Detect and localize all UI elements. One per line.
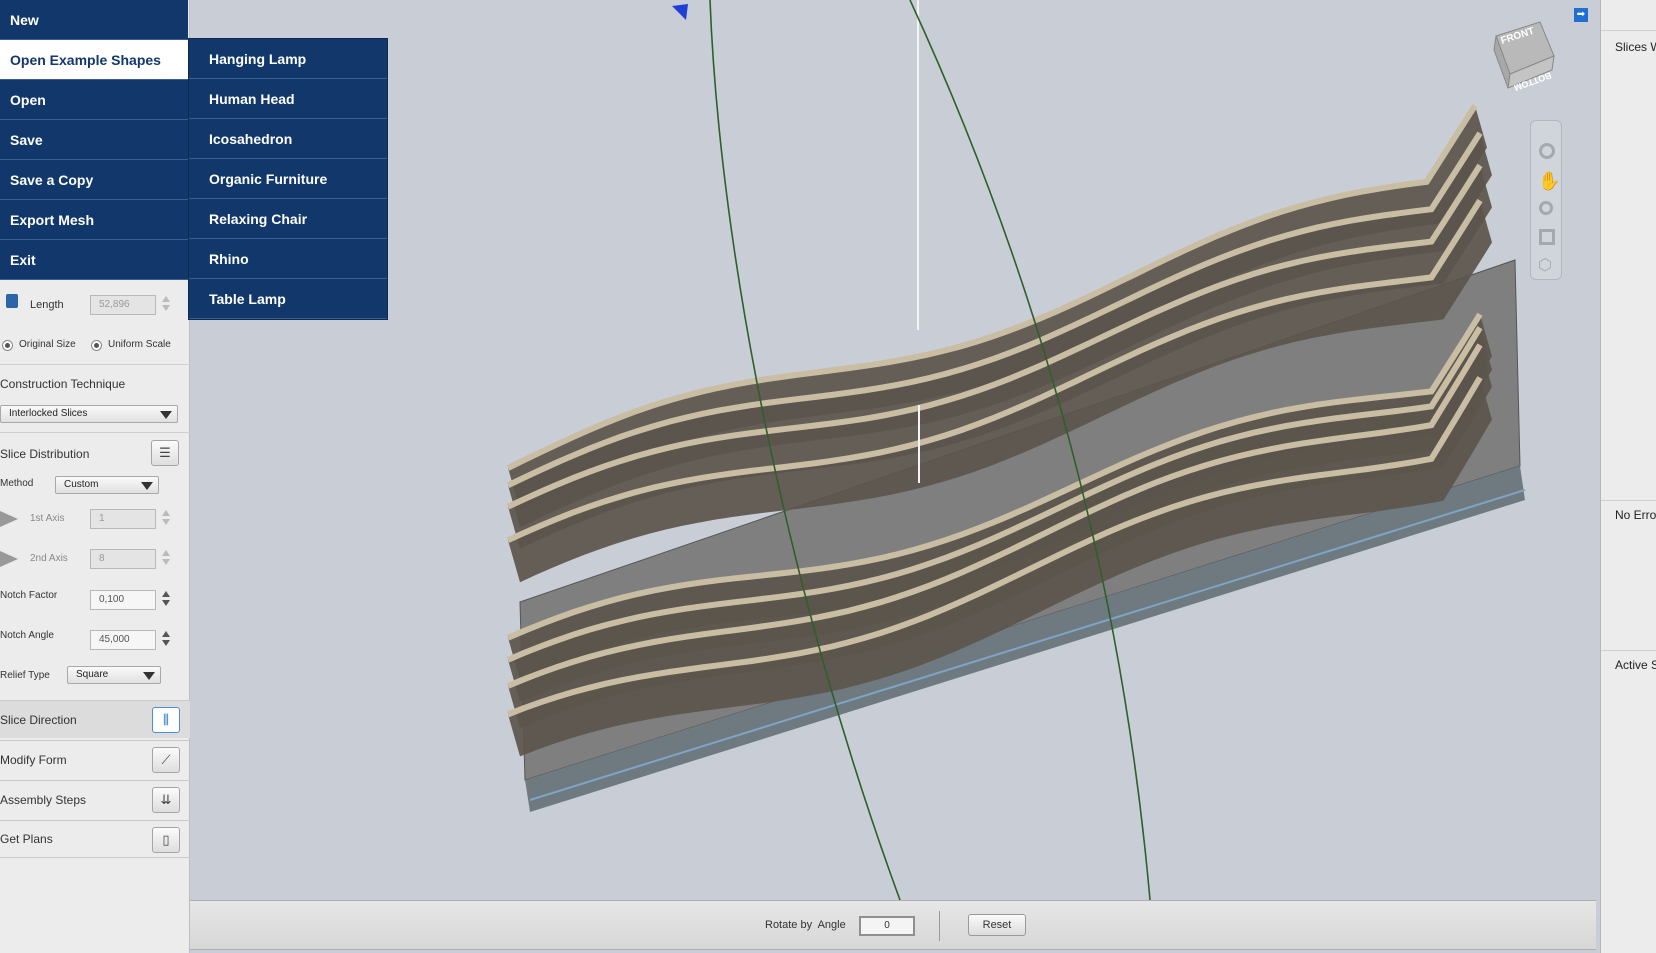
construction-technique-value: Interlocked Slices xyxy=(9,408,88,419)
assembly-steps-section[interactable]: Assembly Steps ⇊ xyxy=(0,780,190,818)
active-slice-heading: Active S xyxy=(1615,658,1656,672)
notch-factor-stepper[interactable] xyxy=(160,588,172,612)
menu-item-new[interactable]: New xyxy=(0,0,188,40)
original-size-label: Original Size xyxy=(19,339,76,350)
assembly-steps-label: Assembly Steps xyxy=(0,792,87,807)
slice-direction-label: Slice Direction xyxy=(0,712,77,727)
length-label: Length xyxy=(30,299,64,311)
submenu-item-organic-furniture[interactable]: Organic Furniture xyxy=(189,159,387,199)
list-icon: ☰ xyxy=(159,445,171,460)
model-scene xyxy=(506,0,1526,900)
fit-view-icon[interactable] xyxy=(1539,229,1555,245)
modify-form-section[interactable]: Modify Form ⟋ xyxy=(0,740,190,778)
get-plans-label: Get Plans xyxy=(0,832,53,846)
modify-form-label: Modify Form xyxy=(0,752,67,767)
axis1-label: 1st Axis xyxy=(30,513,65,524)
pan-hand-icon[interactable]: ✋ xyxy=(1538,171,1560,192)
bottom-toolbar: Rotate by Angle 0 Reset xyxy=(190,900,1596,950)
errors-status: No Erro xyxy=(1615,508,1656,522)
modify-form-button[interactable]: ⟋ xyxy=(152,747,180,773)
menu-item-save-a-copy[interactable]: Save a Copy xyxy=(0,160,188,200)
scale-icon xyxy=(6,294,18,308)
toolbar-divider xyxy=(939,911,940,941)
notch-angle-field[interactable]: 45,000 xyxy=(90,630,156,650)
submenu-item-icosahedron[interactable]: Icosahedron xyxy=(189,119,387,159)
menu-item-open[interactable]: Open xyxy=(0,80,188,120)
assembly-steps-icon: ⇊ xyxy=(160,792,172,807)
chevron-down-icon xyxy=(143,672,155,680)
submenu-item-hanging-lamp[interactable]: Hanging Lamp xyxy=(189,39,387,79)
relief-type-select[interactable]: Square xyxy=(67,666,161,684)
menu-item-open-example-shapes[interactable]: Open Example Shapes xyxy=(0,40,188,80)
rotate-angle-field[interactable]: 0 xyxy=(859,916,915,936)
home-view-icon[interactable]: ⬡ xyxy=(1538,255,1552,275)
axis1-field[interactable]: 1 xyxy=(90,509,156,529)
chevron-down-icon xyxy=(160,411,172,419)
get-plans-section[interactable]: Get Plans ▯ xyxy=(0,820,190,858)
relief-type-label: Relief Type xyxy=(0,670,50,681)
slice-distribution-button[interactable]: ☰ xyxy=(151,440,179,466)
axis1-stepper[interactable] xyxy=(160,507,172,531)
length-stepper[interactable] xyxy=(160,293,172,317)
notch-factor-field[interactable]: 0,100 xyxy=(90,590,156,610)
navigation-toolbar: ✋ ⬡ xyxy=(1530,120,1562,280)
slice-direction-icon: ⫼ xyxy=(163,712,169,727)
anchor-pin-icon[interactable] xyxy=(672,4,688,20)
reset-button[interactable]: Reset xyxy=(968,914,1026,936)
slice-direction-button[interactable]: ⫼ xyxy=(152,707,180,733)
axis2-field[interactable]: 8 xyxy=(90,549,156,569)
orbit-icon[interactable] xyxy=(1539,143,1555,159)
uniform-scale-label: Uniform Scale xyxy=(108,339,171,350)
axis2-play-icon[interactable] xyxy=(0,551,18,567)
construction-technique-select[interactable]: Interlocked Slices xyxy=(0,405,178,423)
original-size-radio[interactable] xyxy=(2,340,13,351)
notch-angle-stepper[interactable] xyxy=(160,628,172,652)
axis2-label: 2nd Axis xyxy=(30,553,68,564)
slice-distribution-title: Slice Distribution xyxy=(0,447,90,461)
menu-item-export-mesh[interactable]: Export Mesh xyxy=(0,200,188,240)
method-label: Method xyxy=(0,478,34,489)
relief-type-value: Square xyxy=(76,669,109,680)
example-shapes-submenu: Hanging Lamp Human Head Icosahedron Orga… xyxy=(188,38,388,320)
axis2-stepper[interactable] xyxy=(160,547,172,571)
submenu-item-human-head[interactable]: Human Head xyxy=(189,79,387,119)
expand-panel-button[interactable]: ➡ xyxy=(1574,8,1588,22)
assembly-steps-button[interactable]: ⇊ xyxy=(152,787,180,813)
slices-heading: Slices W xyxy=(1615,40,1656,54)
method-select[interactable]: Custom xyxy=(55,476,159,494)
submenu-item-table-lamp[interactable]: Table Lamp xyxy=(189,279,387,319)
length-field[interactable]: 52,896 xyxy=(90,295,156,315)
view-cube[interactable]: FRONT BOTTOM xyxy=(1490,14,1558,93)
axis1-play-icon[interactable] xyxy=(0,511,18,527)
menu-item-save[interactable]: Save xyxy=(0,120,188,160)
uniform-scale-radio[interactable] xyxy=(91,340,102,351)
rotate-angle-label: Rotate by Angle xyxy=(765,919,846,931)
method-value: Custom xyxy=(64,479,99,490)
submenu-item-rhino[interactable]: Rhino xyxy=(189,239,387,279)
submenu-item-relaxing-chair[interactable]: Relaxing Chair xyxy=(189,199,387,239)
menu-item-exit[interactable]: Exit xyxy=(0,240,188,280)
get-plans-icon: ▯ xyxy=(162,832,170,847)
notch-angle-label: Notch Angle xyxy=(0,630,54,641)
notch-factor-label: Notch Factor xyxy=(0,590,58,601)
slice-direction-section[interactable]: Slice Direction ⫼ xyxy=(0,700,190,738)
get-plans-button[interactable]: ▯ xyxy=(152,827,180,853)
file-menu: New Open Example Shapes Open Save Save a… xyxy=(0,0,188,280)
zoom-icon[interactable] xyxy=(1539,201,1553,215)
3d-viewport[interactable]: FRONT BOTTOM ➡ ✋ ⬡ xyxy=(190,0,1600,900)
modify-form-icon: ⟋ xyxy=(161,752,171,767)
construction-technique-title: Construction Technique xyxy=(0,377,126,391)
chevron-down-icon xyxy=(141,482,153,490)
right-panel: Slices W No Erro Active S xyxy=(1600,0,1656,953)
